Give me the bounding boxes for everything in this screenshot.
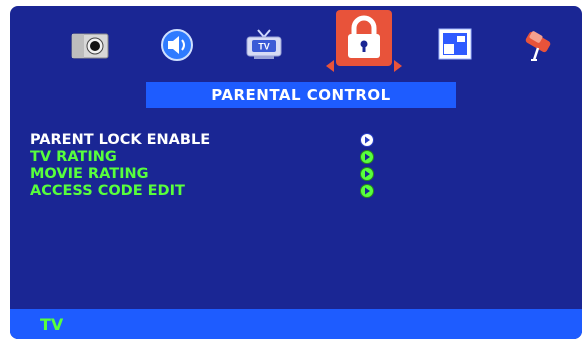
menu-item-label: TV RATING (30, 149, 117, 165)
chevron-left-icon[interactable] (326, 60, 334, 72)
selected-highlight (336, 10, 392, 66)
tab-parental-lock[interactable] (326, 10, 402, 72)
menu-item-label: MOVIE RATING (30, 166, 149, 182)
osd-screen: TV PARENTAL CONTROL PARENT LOCK ENABLE T… (10, 6, 582, 339)
menu-item-parent-lock-enable[interactable]: PARENT LOCK ENABLE (30, 132, 430, 149)
arrow-right-icon[interactable] (360, 133, 374, 147)
input-source-label: TV (40, 315, 64, 334)
menu-item-label: PARENT LOCK ENABLE (30, 132, 211, 148)
page-title: PARENTAL CONTROL (146, 82, 456, 108)
picture-icon[interactable] (435, 26, 475, 62)
camera-icon[interactable] (70, 26, 110, 62)
lock-icon (348, 15, 380, 58)
tv-icon[interactable]: TV (244, 26, 284, 62)
menu-item-label: ACCESS CODE EDIT (30, 183, 185, 199)
menu-item-tv-rating[interactable]: TV RATING (30, 149, 430, 166)
menu-list: PARENT LOCK ENABLE TV RATING MOVIE RATIN… (30, 132, 430, 200)
menu-tab-bar: TV (10, 6, 582, 80)
tool-icon[interactable] (520, 26, 560, 62)
arrow-right-icon[interactable] (360, 167, 374, 181)
status-bar: TV (10, 309, 582, 339)
arrow-right-icon[interactable] (360, 184, 374, 198)
menu-item-access-code-edit[interactable]: ACCESS CODE EDIT (30, 183, 430, 200)
speaker-icon[interactable] (157, 26, 197, 62)
tv-icon-label: TV (258, 42, 270, 52)
arrow-right-icon[interactable] (360, 150, 374, 164)
menu-item-movie-rating[interactable]: MOVIE RATING (30, 166, 430, 183)
chevron-right-icon[interactable] (394, 60, 402, 72)
